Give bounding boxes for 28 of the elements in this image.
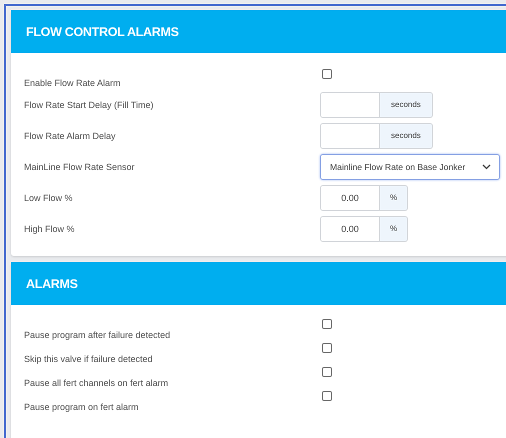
input-field[interactable] [320,122,380,148]
section-title: ALARMS [11,262,506,305]
checkbox[interactable] [322,343,332,353]
unit-label: seconds [380,92,433,118]
field-label: MainLine Flow Rate Sensor [24,162,136,172]
input-field[interactable]: 0.00 [320,216,380,242]
field-label: Flow Rate Start Delay (Fill Time) [24,100,155,110]
dropdown-value: Mainline Flow Rate on Base Jonker [330,162,466,172]
field-label: Enable Flow Rate Alarm [24,77,122,88]
unit-label: % [380,184,408,210]
checkbox[interactable] [322,367,332,377]
unit-label: % [380,216,408,242]
field-label: Low Flow % [24,192,74,202]
checkbox[interactable] [322,69,332,79]
chevron-down-icon [482,164,491,170]
checkbox[interactable] [322,391,332,401]
section-title: FLOW CONTROL ALARMS [11,10,506,53]
field-label: Flow Rate Alarm Delay [24,130,117,140]
checkbox[interactable] [322,319,332,329]
sensor-dropdown[interactable]: Mainline Flow Rate on Base Jonker [320,154,500,180]
field-label: Pause program on fert alarm [24,401,140,412]
input-field[interactable]: 0.00 [320,184,380,210]
field-label: Skip this valve if failure detected [24,353,154,364]
field-label: Pause program after failure detected [24,329,172,340]
field-label: Pause all fert channels on fert alarm [24,377,170,388]
field-label: High Flow % [24,224,76,234]
input-field[interactable] [320,92,380,118]
unit-label: seconds [380,122,433,148]
